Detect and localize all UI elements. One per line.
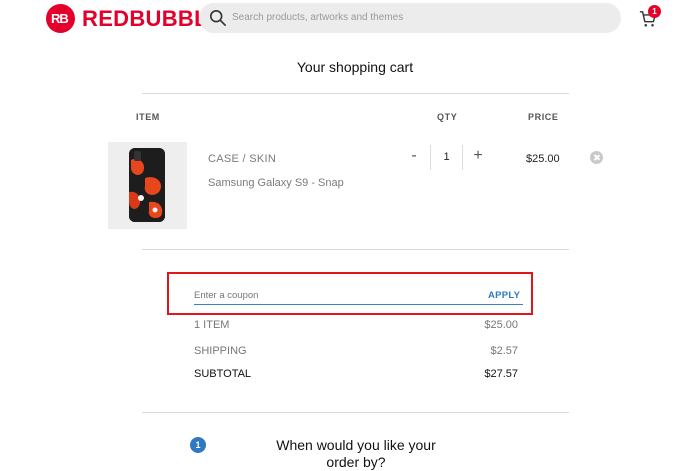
remove-item-icon[interactable] [590,151,603,164]
summary-items-value: $25.00 [484,319,518,331]
search-placeholder: Search products, artworks and themes [232,12,404,23]
divider [142,93,569,94]
product-thumbnail[interactable] [108,142,187,229]
decrease-quantity-button[interactable]: - [406,147,422,167]
summary-subtotal-value: $27.57 [484,368,518,380]
coupon-input[interactable] [194,290,444,301]
summary-items-label: 1 ITEM [194,319,230,331]
summary-shipping-value: $2.57 [490,345,518,357]
step-number-badge: 1 [190,437,206,453]
phone-case-image [129,148,165,222]
cart-button[interactable]: 1 [639,5,665,32]
item-model[interactable]: Samsung Galaxy S9 - Snap [208,177,344,189]
page-title: Your shopping cart [296,59,414,75]
search-bar[interactable]: Search products, artworks and themes [199,3,621,33]
quantity-field[interactable]: 1 [430,145,463,170]
search-icon [209,9,227,27]
cart-count-badge: 1 [648,5,661,18]
summary-subtotal-label: SUBTOTAL [194,368,252,380]
divider [142,249,569,250]
column-header-qty: QTY [437,112,458,122]
column-header-price: PRICE [528,112,559,122]
increase-quantity-button[interactable]: + [470,147,486,167]
coupon-underline [194,304,523,305]
item-type: CASE / SKIN [208,153,277,165]
delivery-question: When would you like your order by? [276,437,436,470]
redbubble-logo[interactable]: RB REDBUBBLE [46,4,223,33]
apply-coupon-button[interactable]: APPLY [488,290,520,301]
logo-mark: RB [46,4,75,33]
divider [142,412,569,413]
summary-shipping-label: SHIPPING [194,345,247,357]
column-header-item: ITEM [136,112,160,122]
item-price: $25.00 [526,153,560,165]
